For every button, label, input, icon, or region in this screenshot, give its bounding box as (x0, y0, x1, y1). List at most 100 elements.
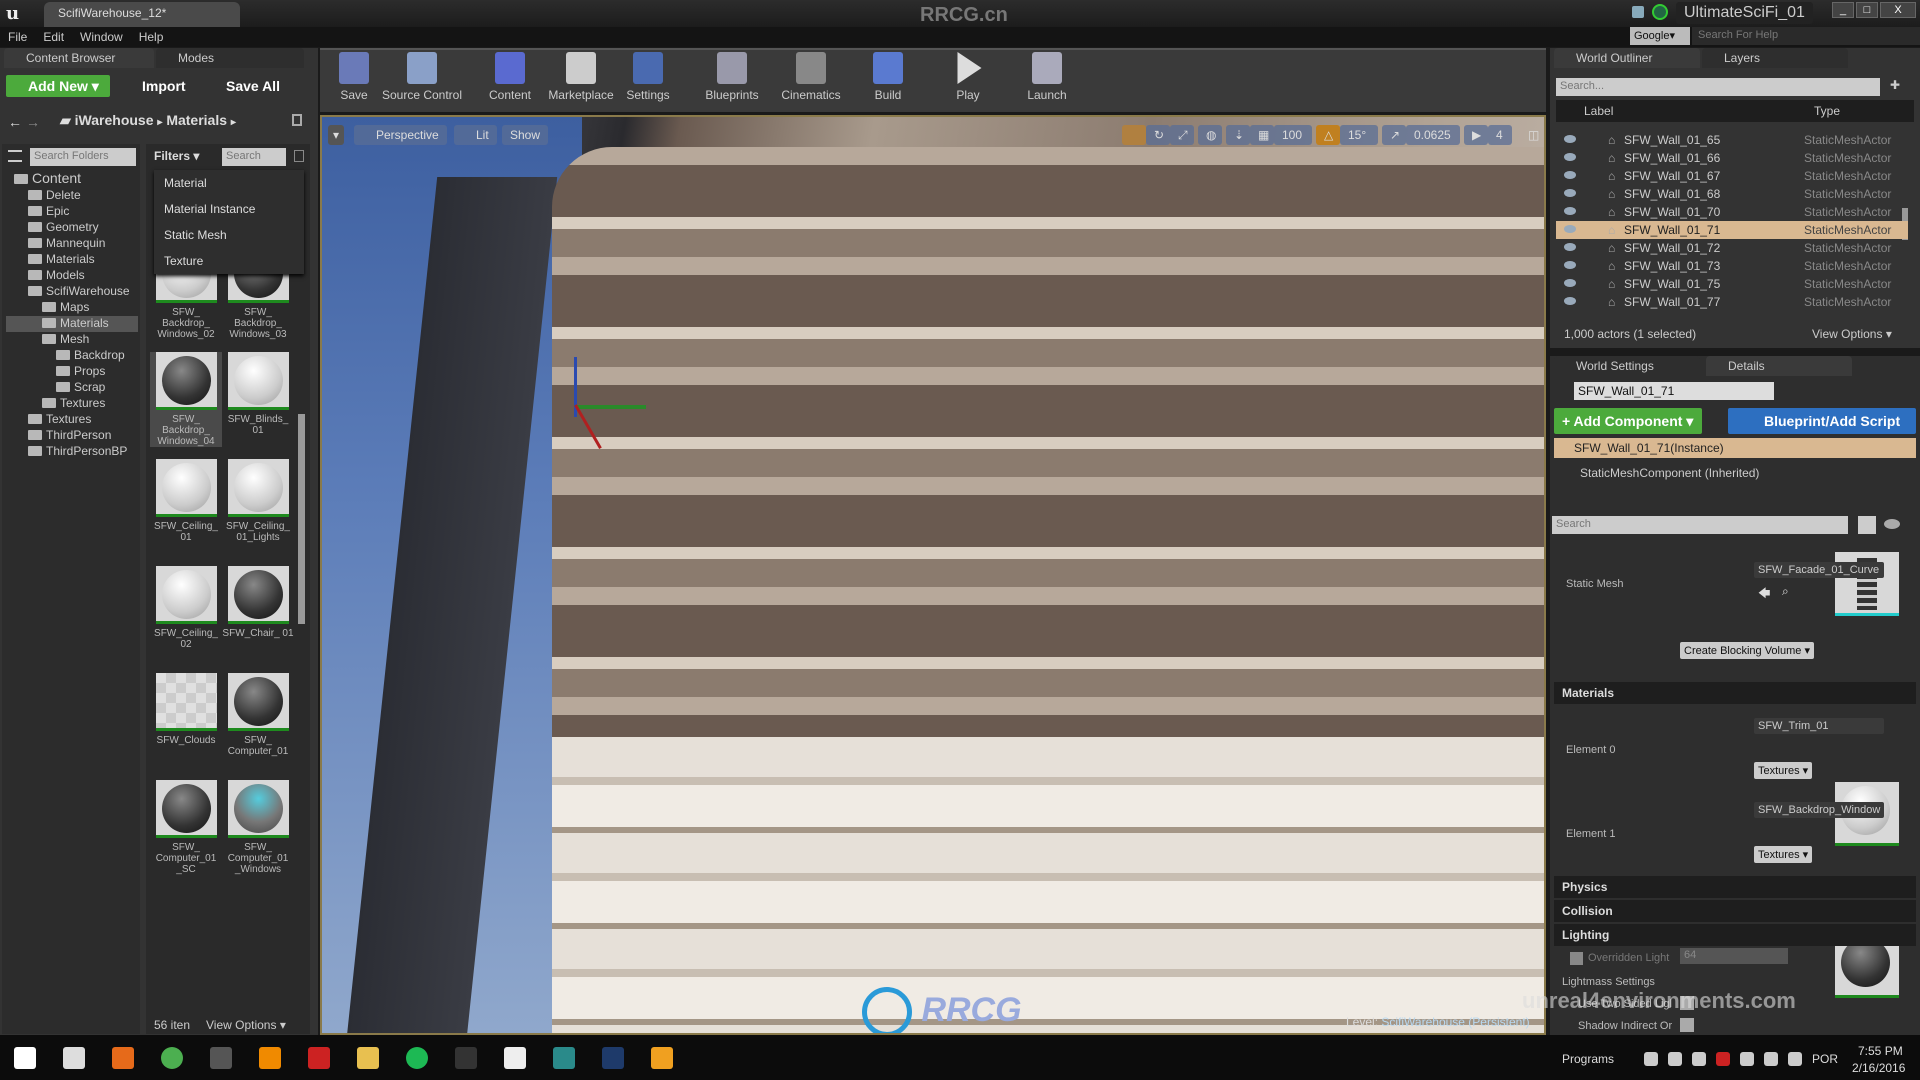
toolbar-launch-button[interactable]: Launch (1022, 52, 1072, 110)
keyboard-icon[interactable] (1788, 1052, 1802, 1066)
visibility-eye-icon[interactable] (1564, 225, 1576, 233)
asset-tile[interactable]: SFW_ Computer_01 _Windows (222, 780, 294, 875)
lightroom-icon[interactable] (651, 1047, 673, 1069)
toolbar-cinematics-button[interactable]: Cinematics (776, 52, 846, 110)
filter-static-mesh[interactable]: Static Mesh (164, 228, 227, 242)
rotate-tool-icon[interactable]: ↻ (1146, 125, 1170, 145)
grid-snap-value[interactable]: 100 (1274, 125, 1312, 145)
unreal-logo-icon[interactable]: u (6, 3, 19, 24)
column-type[interactable]: Type (1814, 104, 1840, 118)
file-explorer-icon[interactable] (357, 1047, 379, 1069)
minimize-button[interactable]: _ (1832, 2, 1854, 18)
toolbar-content-button[interactable]: Content (485, 52, 535, 110)
chrome-icon[interactable] (161, 1047, 183, 1069)
folder-item[interactable]: Models (6, 268, 138, 284)
scale-tool-icon[interactable]: ⤢ (1170, 125, 1194, 145)
task-view-icon[interactable] (63, 1047, 85, 1069)
asset-tile[interactable]: SFW_Ceiling_ 02 (150, 566, 222, 650)
back-icon[interactable]: ← (8, 114, 22, 130)
textures-button[interactable]: Textures ▾ (1754, 846, 1813, 863)
toolbar-marketplace-button[interactable]: Marketplace (546, 52, 616, 110)
lightmass-settings-label[interactable]: Lightmass Settings (1562, 976, 1655, 988)
folder-item[interactable]: ThirdPersonBP (6, 444, 138, 460)
breadcrumb-item[interactable]: iWarehouse (75, 112, 154, 128)
world-local-icon[interactable]: ◍ (1198, 125, 1222, 145)
folder-item[interactable]: Props (6, 364, 138, 380)
lock-icon[interactable] (292, 114, 302, 126)
component-static-mesh[interactable]: StaticMeshComponent (Inherited) (1580, 466, 1759, 480)
antivirus-icon[interactable] (1716, 1052, 1730, 1066)
menu-edit[interactable]: Edit (35, 27, 72, 47)
asset-tile[interactable]: SFW_Blinds_ 01 (222, 352, 294, 436)
show-button[interactable]: Show (502, 125, 549, 145)
rotation-snap-icon[interactable]: △ (1316, 125, 1340, 145)
asset-tile[interactable]: SFW_Ceiling_ 01 (150, 459, 222, 543)
visibility-eye-icon[interactable] (1564, 153, 1576, 161)
outliner-row[interactable]: ⌂ SFW_Wall_01_72 StaticMeshActor (1556, 239, 1908, 257)
oculus-icon[interactable] (1668, 1052, 1682, 1066)
tab-modes[interactable]: Modes (156, 48, 304, 68)
toolbar-save-button[interactable]: Save (334, 52, 374, 110)
section-physics[interactable]: Physics (1554, 876, 1916, 898)
folder-item[interactable]: Backdrop (6, 348, 138, 364)
rotation-snap-value[interactable]: 15° (1340, 125, 1378, 145)
menu-window[interactable]: Window (72, 27, 131, 47)
maya-icon[interactable] (553, 1047, 575, 1069)
folder-item[interactable]: ThirdPerson (6, 428, 138, 444)
tab-world-settings[interactable]: World Settings (1554, 356, 1700, 376)
scale-snap-icon[interactable]: ↗ (1382, 125, 1406, 145)
visibility-eye-icon[interactable] (1564, 135, 1576, 143)
asset-tile[interactable]: SFW_Chair_ 01 (222, 566, 294, 639)
visibility-eye-icon[interactable] (1564, 243, 1576, 251)
menu-file[interactable]: File (0, 27, 35, 47)
filter-material[interactable]: Material (164, 176, 207, 190)
scale-snap-value[interactable]: 0.0625 (1406, 125, 1460, 145)
asset-view-options[interactable]: View Options ▾ (206, 1018, 286, 1032)
outliner-row[interactable]: ⌂ SFW_Wall_01_67 StaticMeshActor (1556, 167, 1908, 185)
blueprint-add-script-button[interactable]: Blueprint/Add Script (1728, 408, 1916, 434)
tab-world-outliner[interactable]: World Outliner (1554, 48, 1700, 68)
language-indicator[interactable]: POR (1812, 1052, 1838, 1066)
clock-time[interactable]: 7:55 PM (1858, 1044, 1903, 1058)
folder-item[interactable]: Delete (6, 188, 138, 204)
app-icon[interactable] (308, 1047, 330, 1069)
folder-item[interactable]: Scrap (6, 380, 138, 396)
visibility-eye-icon[interactable] (1564, 261, 1576, 269)
maximize-viewport-icon[interactable]: ◫ (1520, 125, 1540, 145)
asset-tile[interactable]: SFW_ Backdrop_ Windows_04 (150, 352, 222, 447)
visibility-eye-icon[interactable] (1564, 189, 1576, 197)
folder-item[interactable]: Textures (6, 412, 138, 428)
vlc-icon[interactable] (259, 1047, 281, 1069)
outliner-row[interactable]: ⌂ SFW_Wall_01_70 StaticMeshActor (1556, 203, 1908, 221)
visibility-eye-icon[interactable] (1564, 279, 1576, 287)
outliner-row[interactable]: ⌂ SFW_Wall_01_75 StaticMeshActor (1556, 275, 1908, 293)
folder-item[interactable]: Content (6, 170, 138, 188)
lit-button[interactable]: Lit (454, 125, 497, 145)
material-dropdown[interactable]: SFW_Backdrop_Window (1754, 802, 1884, 818)
spotify-icon[interactable] (406, 1047, 428, 1069)
browse-icon[interactable]: ⌕ (1782, 584, 1789, 599)
menu-help[interactable]: Help (131, 27, 172, 47)
save-all-button[interactable]: Save All (208, 75, 288, 97)
toolbar-blueprints-button[interactable]: Blueprints (702, 52, 762, 110)
visibility-eye-icon[interactable] (1564, 207, 1576, 215)
notification-icon[interactable] (1764, 1052, 1778, 1066)
source-status-icon[interactable] (1652, 4, 1668, 20)
programs-label[interactable]: Programs (1562, 1052, 1614, 1066)
outliner-row[interactable]: ⌂ SFW_Wall_01_68 StaticMeshActor (1556, 185, 1908, 203)
import-button[interactable]: Import (124, 75, 194, 97)
folder-item[interactable]: Epic (6, 204, 138, 220)
forward-icon[interactable]: → (26, 114, 40, 130)
add-filter-icon[interactable]: ✚ (1890, 78, 1900, 92)
unreal-engine-icon[interactable] (455, 1047, 477, 1069)
section-materials[interactable]: Materials (1554, 682, 1916, 704)
actor-name-input[interactable]: SFW_Wall_01_71 (1574, 382, 1774, 400)
visibility-eye-icon[interactable] (1564, 171, 1576, 179)
add-new-button[interactable]: Add New ▾ (6, 75, 110, 97)
visibility-icon[interactable] (1884, 519, 1900, 529)
outliner-search-input[interactable]: Search... (1556, 78, 1880, 96)
asset-tile[interactable]: SFW_Clouds (150, 673, 222, 746)
toolbar-play-button[interactable]: Play (948, 52, 988, 110)
translate-tool-icon[interactable] (1122, 125, 1146, 145)
column-label[interactable]: Label (1584, 104, 1613, 118)
